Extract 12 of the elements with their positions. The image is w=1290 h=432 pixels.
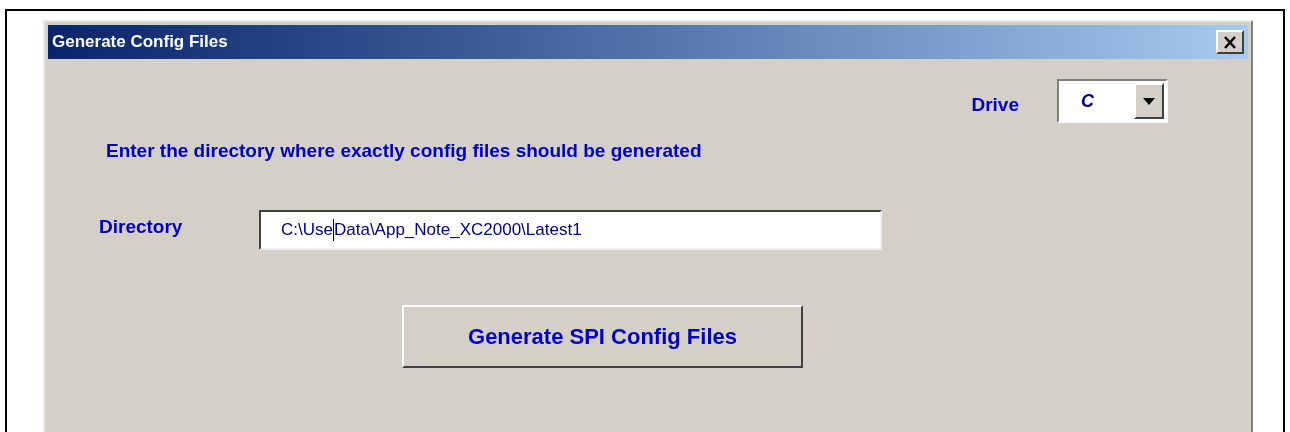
close-icon [1223,35,1237,49]
window-title: Generate Config Files [52,31,228,54]
directory-label: Directory [99,215,184,240]
directory-field[interactable]: C:\UseData\App_Note_XC2000\Latest1 [259,209,882,250]
caret-icon [1143,97,1155,105]
instruction-text: Enter the directory where exactly config files should be generated [106,140,702,161]
text-caret [332,218,334,241]
dropdown-arrow-button[interactable] [1134,83,1164,119]
close-button[interactable] [1216,30,1244,54]
drive-label: Drive [971,92,1019,117]
generate-button[interactable]: Generate SPI Config Files [402,304,803,368]
drive-dropdown[interactable]: C [1057,79,1168,123]
